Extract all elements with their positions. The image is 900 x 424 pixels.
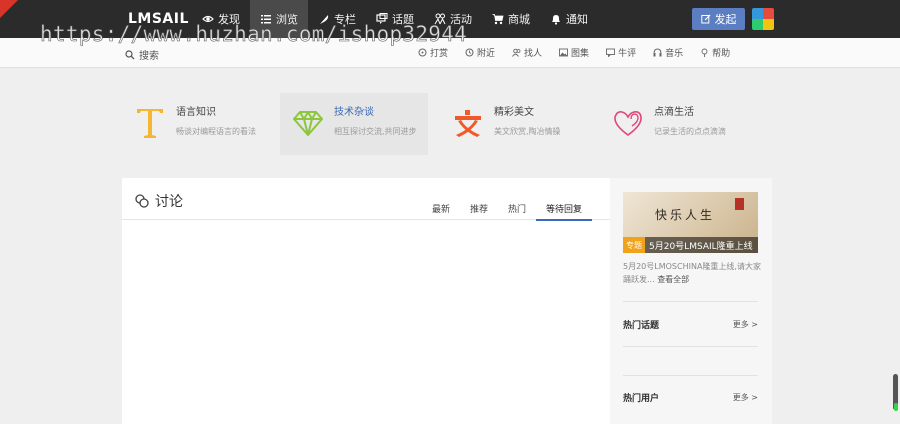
subnav-label: 图集 [571, 49, 590, 59]
user-avatar[interactable] [752, 8, 774, 30]
subnav-label: 附近 [477, 49, 496, 59]
banner-summary-text: 5月20号LMOSCHINA隆重上线,请大家踊跃发... [623, 262, 761, 284]
category-desc: 记录生活的点点滴滴 [654, 127, 726, 136]
diamond-icon [288, 103, 328, 143]
corner-ribbon [0, 0, 18, 18]
bell-icon [552, 15, 560, 25]
banner-seal [735, 198, 744, 210]
subnav-label: 帮助 [712, 49, 731, 59]
divider [623, 375, 758, 376]
right-sidebar: 快乐人生 专题 5月20号LMSAIL隆重上线 5月20号LMOSCHINA隆重… [610, 178, 772, 424]
search-icon [125, 49, 135, 59]
category-desc: 畅谈对编程语言的看法 [176, 127, 256, 136]
post-button[interactable]: 发起 [692, 8, 745, 30]
feature-banner[interactable]: 快乐人生 专题 5月20号LMSAIL隆重上线 [623, 192, 758, 253]
wen-icon [448, 103, 488, 143]
nav-item-shop[interactable]: 商城 [482, 0, 540, 38]
subnav-item-help[interactable]: 帮助 [700, 46, 730, 59]
subnav-label: 音乐 [665, 49, 684, 59]
cart-icon [492, 14, 504, 25]
subnav-label: 找人 [524, 49, 543, 59]
category-title: 精彩美文 [494, 107, 534, 118]
edit-icon [700, 14, 710, 24]
subnav-item-gallery[interactable]: 图集 [559, 46, 589, 59]
subnav-label: 打赏 [430, 49, 449, 59]
scroll-indicator [894, 403, 898, 411]
comment-icon [606, 48, 616, 57]
discussion-title-text: 讨论 [155, 194, 183, 210]
divider [623, 346, 758, 347]
category-card-tech[interactable]: 技术杂谈 相互探讨交流,共同进步 [280, 93, 428, 155]
discussion-title: 讨论 [135, 191, 183, 211]
banner-art-text: 快乐人生 [655, 208, 716, 222]
tab-awaiting-reply[interactable]: 等待回复 [536, 202, 593, 221]
category-card-articles[interactable]: 精彩美文 美文欣赏,陶冶情操 [440, 93, 588, 155]
hot-users-title: 热门用户 [623, 394, 660, 404]
user-icon [512, 48, 521, 57]
hot-users-more-link[interactable]: 更多 > [733, 392, 758, 403]
discussion-tabs: 最新 推荐 热门 等待回复 [422, 202, 593, 221]
category-desc: 美文欣赏,陶冶情操 [494, 127, 561, 136]
clock-icon [465, 48, 474, 57]
view-all-link[interactable]: 查看全部 [657, 275, 689, 284]
banner-tag: 专题 [623, 237, 645, 253]
hot-users-header: 热门用户 更多 > [623, 391, 758, 404]
category-title: 技术杂谈 [334, 107, 374, 118]
banner-summary: 5月20号LMOSCHINA隆重上线,请大家踊跃发... 查看全部 [623, 260, 763, 286]
subnav-item-music[interactable]: 音乐 [653, 46, 683, 59]
coin-icon [418, 48, 427, 57]
subnav-label: 牛评 [618, 49, 637, 59]
subnav-item-people[interactable]: 找人 [512, 46, 542, 59]
tab-latest[interactable]: 最新 [422, 202, 460, 221]
category-desc: 相互探讨交流,共同进步 [334, 127, 417, 136]
letter-t-icon [130, 103, 170, 143]
banner-caption: 5月20号LMSAIL隆重上线 [649, 241, 753, 252]
subnav-item-tip[interactable]: 打赏 [418, 46, 448, 59]
hot-topics-header: 热门话题 更多 > [623, 318, 758, 331]
banner-caption-bar: 专题 5月20号LMSAIL隆重上线 [623, 237, 758, 253]
hot-topics-title: 热门话题 [623, 321, 660, 331]
hearts-icon [608, 103, 648, 143]
category-title: 语言知识 [176, 107, 216, 118]
search-placeholder: 搜索 [139, 51, 159, 62]
category-card-language[interactable]: 语言知识 畅谈对编程语言的看法 [122, 93, 270, 155]
post-button-label: 发起 [714, 13, 737, 26]
tab-popular[interactable]: 热门 [498, 202, 536, 221]
headphones-icon [653, 48, 662, 57]
pin-icon [701, 48, 708, 57]
nav-label: 通知 [566, 13, 588, 26]
subnav-item-nearby[interactable]: 附近 [465, 46, 495, 59]
search-box[interactable]: 搜索 [125, 47, 159, 62]
image-icon [559, 48, 568, 57]
discussion-panel: 讨论 最新 推荐 热门 等待回复 [122, 178, 610, 424]
hot-topics-more-link[interactable]: 更多 > [733, 319, 758, 330]
nav-item-notify[interactable]: 通知 [540, 0, 598, 38]
divider [623, 301, 758, 302]
tab-recommended[interactable]: 推荐 [460, 202, 498, 221]
discussion-header: 讨论 最新 推荐 热门 等待回复 [122, 178, 610, 221]
nav-label: 商城 [508, 13, 530, 26]
category-title: 点滴生活 [654, 107, 694, 118]
discussion-icon [135, 194, 149, 208]
watermark-url: https://www.huzhan.com/ishop32944 [40, 22, 468, 47]
category-card-life[interactable]: 点滴生活 记录生活的点点滴滴 [600, 93, 748, 155]
secondary-nav: 打赏 附近 找人 图集 牛评 音乐 帮助 [418, 46, 747, 59]
subnav-item-reviews[interactable]: 牛评 [606, 46, 636, 59]
